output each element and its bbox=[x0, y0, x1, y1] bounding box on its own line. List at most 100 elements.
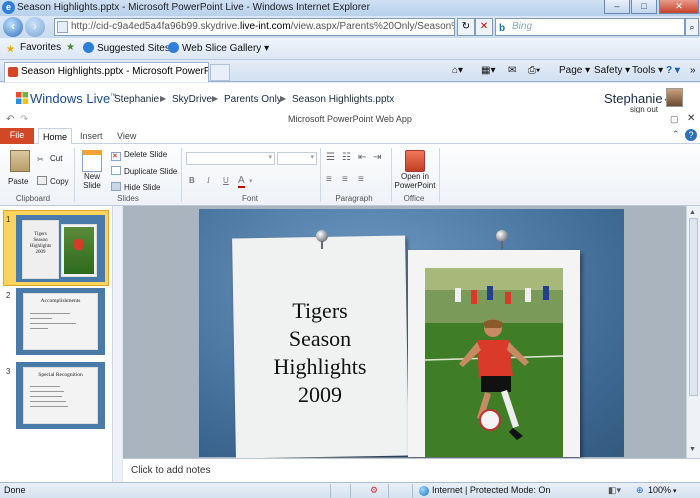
soccer-photo[interactable] bbox=[425, 268, 563, 457]
minimize-button[interactable]: – bbox=[604, 0, 630, 14]
zoom-level[interactable]: 100% bbox=[648, 485, 671, 495]
protected-mode-icon[interactable]: ◧▾ bbox=[608, 485, 621, 496]
new-slide-button[interactable]: New Slide bbox=[80, 150, 104, 190]
open-in-powerpoint-button[interactable]: Open in PowerPoint bbox=[393, 150, 437, 190]
chevron-right-icon[interactable]: » bbox=[690, 65, 696, 76]
tab-home[interactable]: Home bbox=[38, 128, 72, 145]
bing-icon: b bbox=[499, 23, 506, 34]
search-input[interactable]: b Bing bbox=[495, 18, 685, 36]
tab-file[interactable]: File bbox=[0, 128, 34, 144]
hide-slide-icon bbox=[111, 182, 121, 191]
favorites-button[interactable]: ★ Favorites bbox=[6, 42, 61, 55]
privacy-icon[interactable]: ⚙ bbox=[370, 485, 378, 496]
suggested-sites-link[interactable]: Suggested Sites ▾ bbox=[83, 42, 178, 54]
maximize-button[interactable]: □ bbox=[631, 0, 657, 14]
security-zone[interactable]: Internet | Protected Mode: On bbox=[432, 485, 550, 495]
breadcrumb-folder[interactable]: Parents Only bbox=[224, 94, 282, 105]
home-icon[interactable]: ⌂▾ bbox=[452, 65, 463, 76]
align-center-icon[interactable]: ≡ bbox=[342, 174, 348, 185]
help-icon[interactable]: ? bbox=[685, 129, 697, 141]
web-slice-gallery-link[interactable]: Web Slice Gallery ▾ bbox=[168, 42, 269, 54]
group-divider bbox=[320, 148, 321, 202]
underline-button[interactable]: U bbox=[223, 176, 229, 185]
delete-slide-button[interactable]: ✕ Delete Slide bbox=[111, 150, 167, 161]
thumbnail-scrollbar[interactable] bbox=[112, 206, 122, 482]
paste-button[interactable]: Paste bbox=[8, 150, 30, 186]
zoom-icon[interactable]: ⊕ bbox=[636, 485, 644, 496]
tab-insert[interactable]: Insert bbox=[80, 131, 103, 141]
font-color-dropdown-icon[interactable]: ▾ bbox=[249, 177, 253, 185]
duplicate-slide-button[interactable]: Duplicate Slide bbox=[111, 166, 177, 176]
copy-icon bbox=[37, 176, 47, 185]
cut-button[interactable]: ✂ Cut bbox=[37, 154, 62, 164]
slide-title-line: Highlights bbox=[273, 354, 367, 379]
italic-button[interactable]: I bbox=[207, 176, 210, 185]
popout-icon[interactable]: ▢ bbox=[670, 114, 679, 125]
user-menu[interactable]: Stephanie ▾ bbox=[604, 91, 669, 106]
address-bar[interactable]: http://cid-c9a4ed5a4fa96b99.skydrive.liv… bbox=[54, 18, 455, 36]
hide-slide-button[interactable]: Hide Slide bbox=[111, 182, 160, 192]
tab-bar: Season Highlights.pptx - Microsoft Power… bbox=[0, 60, 700, 82]
decrease-indent-icon[interactable]: ⇤ bbox=[358, 152, 366, 163]
font-size-dropdown[interactable]: ▾ bbox=[277, 152, 317, 165]
print-icon[interactable]: ⎙▾ bbox=[528, 65, 540, 76]
mail-icon[interactable]: ✉ bbox=[508, 65, 516, 76]
slide-scrollbar[interactable]: ▲ ▼ bbox=[686, 206, 700, 458]
window-title-bar: e Season Highlights.pptx - Microsoft Pow… bbox=[0, 0, 700, 16]
powerpoint-icon bbox=[405, 150, 425, 172]
stop-button[interactable]: ✕ bbox=[475, 18, 493, 36]
breadcrumb-skydrive[interactable]: SkyDrive bbox=[172, 94, 212, 105]
browser-tab-active[interactable]: Season Highlights.pptx - Microsoft Power… bbox=[4, 62, 209, 82]
avatar[interactable] bbox=[666, 88, 683, 107]
scrollbar-thumb[interactable] bbox=[689, 218, 698, 396]
slide-number: 2 bbox=[6, 291, 11, 300]
tools-menu[interactable]: Tools ▾ bbox=[632, 65, 663, 76]
add-favorite-icon[interactable]: ★ bbox=[66, 42, 75, 53]
bold-button[interactable]: B bbox=[189, 176, 195, 185]
notes-placeholder[interactable]: Click to add notes bbox=[131, 465, 211, 476]
safety-menu[interactable]: Safety ▾ bbox=[594, 65, 630, 76]
windows-live-header: Windows Live™ Stephanie ▶ SkyDrive ▶ Par… bbox=[0, 83, 700, 114]
font-name-dropdown[interactable]: ▾ bbox=[186, 152, 275, 165]
back-button[interactable]: ‹ bbox=[3, 17, 23, 37]
align-right-icon[interactable]: ≡ bbox=[358, 174, 364, 185]
feeds-icon[interactable]: ▦▾ bbox=[481, 65, 495, 76]
zoom-dropdown-icon[interactable]: ▾ bbox=[673, 487, 677, 495]
slide-title-line: 2009 bbox=[298, 382, 342, 407]
ie-logo-icon: e bbox=[2, 1, 15, 14]
address-suffix: /view.aspx/Parents%20Only/Season%20Highl… bbox=[290, 21, 454, 32]
app-title-row: ↶ ↷ Microsoft PowerPoint Web App ▢ ✕ bbox=[0, 113, 700, 128]
breadcrumb-user[interactable]: Stephanie bbox=[114, 94, 159, 105]
increase-indent-icon[interactable]: ⇥ bbox=[373, 152, 381, 163]
copy-button[interactable]: Copy bbox=[37, 176, 69, 186]
new-tab-button[interactable] bbox=[210, 64, 230, 81]
slide-title-line: Tigers bbox=[292, 298, 348, 323]
search-icon[interactable]: ⌕ bbox=[685, 18, 699, 36]
bullets-icon[interactable]: ☰ bbox=[326, 152, 335, 163]
slide-title[interactable]: Tigers Season Highlights 2009 bbox=[240, 297, 400, 409]
close-button[interactable]: ✕ bbox=[659, 0, 699, 14]
font-group-label: Font bbox=[241, 194, 258, 203]
duplicate-slide-icon bbox=[111, 166, 121, 175]
status-bar: Done ⚙ Internet | Protected Mode: On ◧▾ … bbox=[0, 482, 700, 498]
thumb2-title: Accomplishments bbox=[40, 298, 81, 304]
slide-thumbnail-3[interactable]: Special Recognition bbox=[16, 362, 105, 429]
breadcrumb-separator-icon: ▶ bbox=[212, 94, 219, 103]
slide-thumbnail-2[interactable]: Accomplishments bbox=[16, 288, 105, 355]
align-left-icon[interactable]: ≡ bbox=[326, 174, 332, 185]
help-menu[interactable]: ? ▾ bbox=[666, 65, 680, 76]
minimize-ribbon-icon[interactable]: ⌃ bbox=[672, 129, 680, 140]
refresh-button[interactable]: ↻ bbox=[457, 18, 475, 36]
numbering-icon[interactable]: ☷ bbox=[342, 152, 351, 163]
close-app-icon[interactable]: ✕ bbox=[687, 113, 695, 124]
page-menu[interactable]: Page ▾ bbox=[559, 65, 590, 76]
font-color-button[interactable]: A bbox=[238, 175, 245, 188]
paste-icon bbox=[10, 150, 30, 172]
forward-button[interactable]: › bbox=[25, 17, 45, 37]
slide-thumbnail-1[interactable]: Tigers Season Highlights 2009 bbox=[16, 215, 105, 282]
office-group-label: Office bbox=[403, 194, 425, 203]
windows-live-brand[interactable]: Windows Live™ bbox=[30, 91, 116, 106]
page-icon bbox=[57, 21, 68, 33]
group-divider bbox=[181, 148, 182, 202]
tab-view[interactable]: View bbox=[117, 131, 136, 141]
